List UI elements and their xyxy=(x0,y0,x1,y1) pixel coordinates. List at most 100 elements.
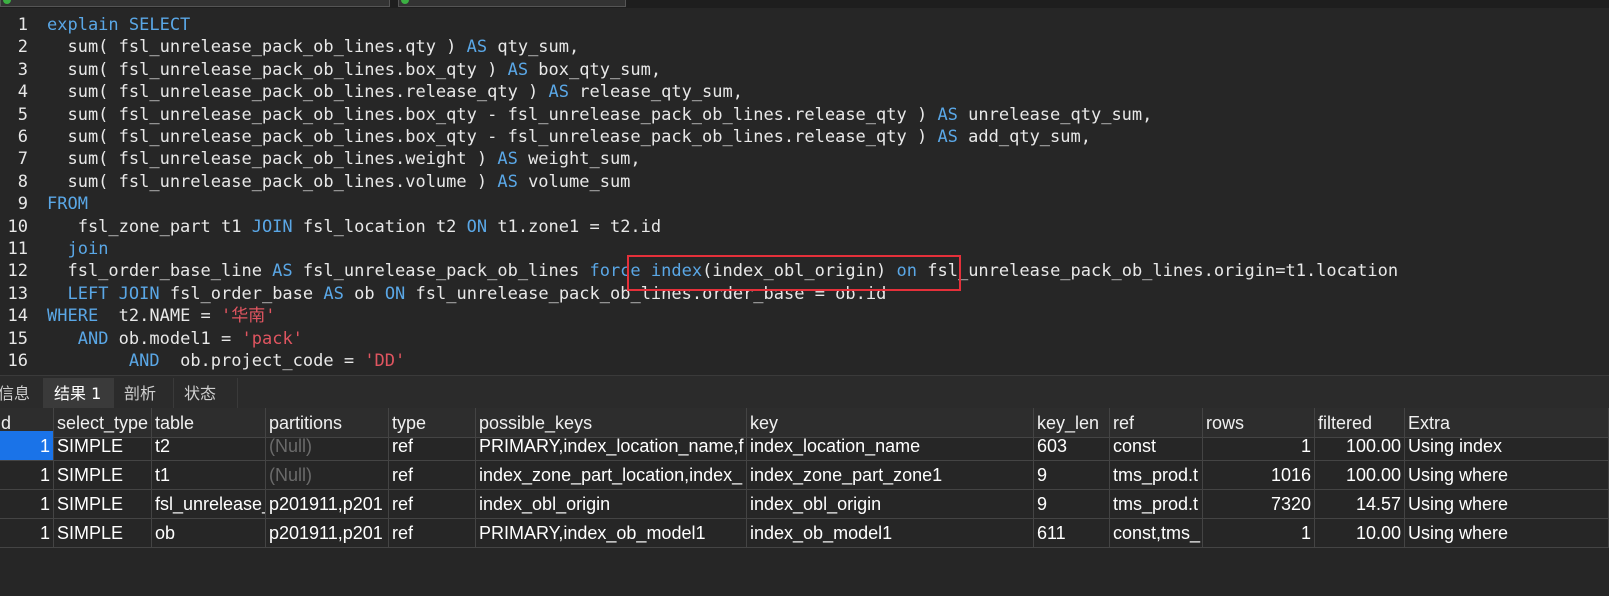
sql-keyword: AS xyxy=(497,171,518,192)
code-text: sum( fsl_unrelease_pack_ob_lines.qty ) A… xyxy=(47,36,579,59)
sql-editor[interactable]: 1 explain SELECT 2 sum( fsl_unrelease_pack… xyxy=(0,8,1609,375)
table-cell[interactable]: Using index xyxy=(1405,431,1609,461)
tab-info[interactable]: 信息 xyxy=(0,378,44,410)
tab-profile[interactable]: 剖析 xyxy=(114,378,174,410)
line-number: 14 xyxy=(7,306,28,327)
table-cell[interactable]: Using where xyxy=(1405,460,1609,490)
code-text: AND ob.model1 = 'pack' xyxy=(47,328,303,351)
table-cell[interactable]: 1 xyxy=(1203,431,1315,461)
table-cell[interactable]: PRIMARY,index_ob_model1 xyxy=(476,518,747,548)
table-cell[interactable]: SIMPLE xyxy=(54,518,152,548)
table-cell[interactable]: const,tms_ xyxy=(1110,518,1203,548)
tab-status[interactable]: 状态 xyxy=(174,378,238,410)
result-grid[interactable]: idselect_typetablepartitionstypepossible… xyxy=(0,408,1609,596)
code-line[interactable]: 3 sum( fsl_unrelease_pack_ob_lines.box_q… xyxy=(0,59,1609,82)
table-cell[interactable]: tms_prod.t xyxy=(1110,489,1203,519)
table-cell[interactable]: fsl_unrelease_ xyxy=(152,489,266,519)
table-cell[interactable]: 1 xyxy=(0,460,54,490)
table-cell[interactable]: 1 xyxy=(0,431,54,461)
sql-token: qty_sum, xyxy=(487,37,580,58)
table-cell[interactable]: t1 xyxy=(152,460,266,490)
table-cell[interactable]: SIMPLE xyxy=(54,489,152,519)
status-dot-icon xyxy=(401,0,409,4)
code-line[interactable]: 8 sum( fsl_unrelease_pack_ob_lines.volum… xyxy=(0,171,1609,194)
table-cell[interactable]: ob xyxy=(152,518,266,548)
table-cell[interactable]: index_zone_part_location,index_ xyxy=(476,460,747,490)
document-tab[interactable] xyxy=(398,0,626,7)
table-cell[interactable]: p201911,p201 xyxy=(266,518,389,548)
tab-result-1[interactable]: 结果 1 xyxy=(44,378,114,410)
table-cell[interactable]: tms_prod.t xyxy=(1110,460,1203,490)
table-cell[interactable]: SIMPLE xyxy=(54,431,152,461)
sql-token: sum( fsl_unrelease_pack_ob_lines.qty ) xyxy=(47,37,467,58)
sql-token: sum( fsl_unrelease_pack_ob_lines.volume … xyxy=(47,171,498,192)
sql-keyword: AS xyxy=(466,37,488,58)
table-cell[interactable]: index_ob_model1 xyxy=(747,518,1034,548)
line-number: 9 xyxy=(17,194,28,215)
sql-token: sum( fsl_unrelease_pack_ob_lines.box_qty… xyxy=(47,59,508,80)
sql-keyword: JOIN xyxy=(251,216,293,237)
sql-token: fsl_zone_part t1 xyxy=(47,216,252,237)
table-cell[interactable]: 1 xyxy=(0,489,54,519)
table-cell[interactable]: 9 xyxy=(1034,460,1110,490)
table-cell[interactable]: t2 xyxy=(152,431,266,461)
sql-keyword: AS xyxy=(548,82,569,103)
table-cell[interactable]: (Null) xyxy=(266,431,389,461)
line-number: 2 xyxy=(17,37,28,58)
code-line[interactable]: 1 explain SELECT xyxy=(0,14,1609,37)
table-cell[interactable]: SIMPLE xyxy=(54,460,152,490)
table-cell[interactable]: index_zone_part_zone1 xyxy=(747,460,1034,490)
table-row[interactable]: 1 SIMPLE ob p201911,p201 ref PRIMARY,index_ob… xyxy=(0,518,1609,548)
sql-keyword: FROM xyxy=(47,194,88,215)
table-cell[interactable]: (Null) xyxy=(266,460,389,490)
code-line[interactable]: 9 FROM xyxy=(0,193,1609,216)
table-cell[interactable]: 10.00 xyxy=(1315,518,1405,548)
sql-token: add_qty_sum, xyxy=(957,127,1091,147)
table-cell[interactable]: 603 xyxy=(1034,431,1110,461)
sql-string: 'pack' xyxy=(241,328,303,349)
table-cell[interactable]: ref xyxy=(389,460,476,490)
table-cell[interactable]: Using where xyxy=(1405,489,1609,519)
table-cell[interactable]: PRIMARY,index_location_name,f xyxy=(476,431,747,461)
table-cell[interactable]: 611 xyxy=(1034,518,1110,548)
code-line[interactable]: 14 WHERE t2.NAME = '华南' xyxy=(0,305,1609,328)
code-line[interactable]: 10 fsl_zone_part t1 JOIN fsl_location t2… xyxy=(0,216,1609,239)
table-cell[interactable]: index_obl_origin xyxy=(476,489,747,519)
code-line[interactable]: 4 sum( fsl_unrelease_pack_ob_lines.relea… xyxy=(0,81,1609,104)
document-tab[interactable] xyxy=(0,0,390,7)
code-line[interactable]: 16 AND ob.project_code = 'DD' xyxy=(0,350,1609,373)
table-row[interactable]: 1 SIMPLE fsl_unrelease_ p201911,p201 ref inde… xyxy=(0,489,1609,519)
table-cell[interactable]: ref xyxy=(389,431,476,461)
sql-token: ob xyxy=(343,283,385,304)
table-cell[interactable]: 100.00 xyxy=(1315,460,1405,490)
table-cell[interactable]: Using where xyxy=(1405,518,1609,548)
status-dot-icon xyxy=(3,0,11,4)
code-line[interactable]: 5 sum( fsl_unrelease_pack_ob_lines.box_q… xyxy=(0,104,1609,127)
table-row[interactable]: 1 SIMPLE t2 (Null) ref PRIMARY,index_location… xyxy=(0,431,1609,461)
sql-keyword: AS xyxy=(937,127,958,147)
table-cell[interactable]: 100.00 xyxy=(1315,431,1405,461)
table-cell[interactable]: const xyxy=(1110,431,1203,461)
table-cell[interactable]: index_obl_origin xyxy=(747,489,1034,519)
table-cell[interactable]: index_location_name xyxy=(747,431,1034,461)
table-cell[interactable]: 1016 xyxy=(1203,460,1315,490)
table-cell[interactable]: p201911,p201 xyxy=(266,489,389,519)
line-number: 6 xyxy=(17,127,28,147)
table-cell[interactable]: 1 xyxy=(0,518,54,548)
table-cell[interactable]: 1 xyxy=(1203,518,1315,548)
table-row[interactable]: 1 SIMPLE t1 (Null) ref index_zone_part_locati… xyxy=(0,460,1609,490)
sql-keyword: AS xyxy=(272,261,293,282)
table-cell[interactable]: ref xyxy=(389,489,476,519)
table-cell[interactable]: 9 xyxy=(1034,489,1110,519)
table-cell[interactable]: 7320 xyxy=(1203,489,1315,519)
code-line[interactable]: 6 sum( fsl_unrelease_pack_ob_lines.box_q… xyxy=(0,126,1609,149)
sql-token: release_qty_sum, xyxy=(569,82,743,103)
table-cell[interactable]: 14.57 xyxy=(1315,489,1405,519)
sql-keyword: WHERE xyxy=(47,306,99,327)
table-cell[interactable]: ref xyxy=(389,518,476,548)
code-line[interactable]: 2 sum( fsl_unrelease_pack_ob_lines.qty )… xyxy=(0,36,1609,59)
code-text: sum( fsl_unrelease_pack_ob_lines.release… xyxy=(47,81,743,104)
code-line[interactable]: 15 AND ob.model1 = 'pack' xyxy=(0,328,1609,351)
code-line[interactable]: 7 sum( fsl_unrelease_pack_ob_lines.weigh… xyxy=(0,148,1609,171)
